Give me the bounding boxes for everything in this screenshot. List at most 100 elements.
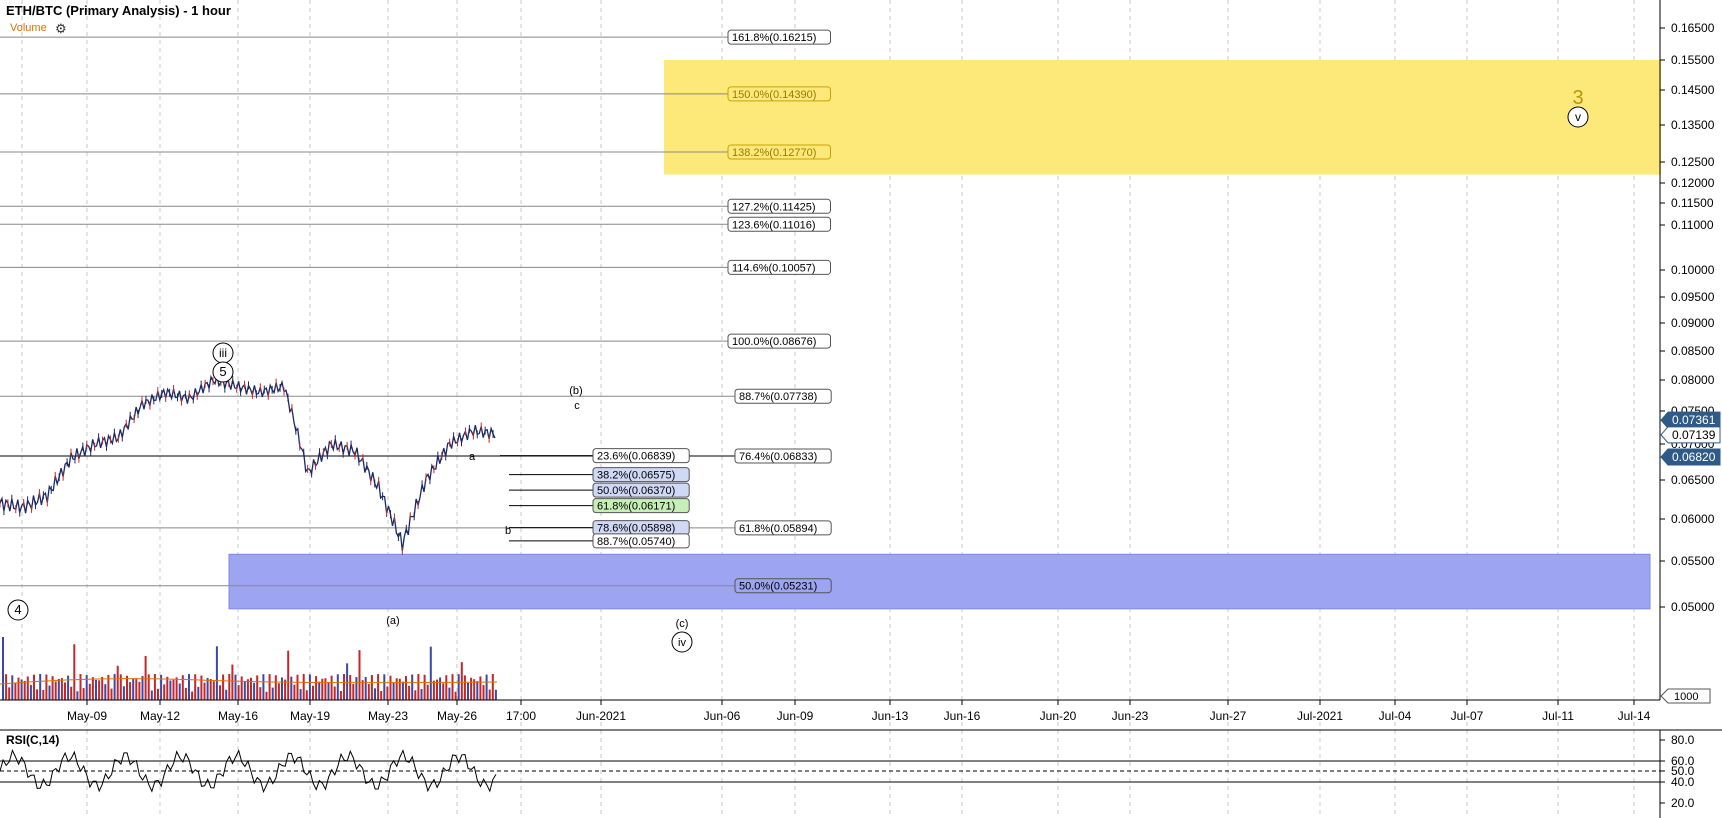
volume-bar — [370, 674, 373, 700]
retrace-label: 23.6%(0.06839) — [597, 451, 675, 463]
x-tick-label: Jun-2021 — [576, 709, 626, 723]
volume-bar — [60, 678, 63, 700]
rsi-tick-label: 20.0 — [1671, 796, 1695, 810]
wave-label: iii — [219, 346, 227, 360]
volume-bar — [203, 682, 206, 700]
volume-bar — [445, 675, 448, 700]
volume-bar — [293, 684, 296, 700]
wave-label: b — [505, 525, 511, 537]
volume-bar — [377, 674, 380, 700]
volume-label[interactable]: Volume — [10, 22, 47, 34]
volume-bar — [82, 688, 85, 700]
volume-bar — [166, 676, 169, 700]
volume-bar — [274, 675, 277, 700]
y-tick-label: 0.16500 — [1671, 21, 1715, 35]
gear-icon[interactable]: ⚙ — [55, 21, 67, 37]
x-tick-label: May-26 — [437, 709, 477, 723]
volume-bar — [411, 674, 414, 700]
volume-bar — [454, 691, 457, 700]
x-tick-label: Jun-13 — [872, 709, 909, 723]
x-tick-label: Jul-2021 — [1297, 709, 1343, 723]
volume-bar — [398, 678, 401, 700]
volume-bar — [299, 689, 302, 700]
rsi-title: RSI(C,14) — [6, 733, 60, 747]
volume-bar — [138, 681, 141, 700]
volume-bar — [104, 684, 107, 700]
fib-label: 127.2%(0.11425) — [732, 201, 816, 213]
volume-bar — [389, 675, 392, 700]
x-tick-label: Jul-04 — [1379, 709, 1412, 723]
retrace-label: 61.8%(0.06171) — [597, 501, 675, 513]
rsi-tick-label: 40.0 — [1671, 775, 1695, 789]
fib-label: 61.8%(0.05894) — [739, 523, 817, 535]
support-zone — [228, 553, 1651, 610]
volume-bar — [163, 684, 166, 700]
rsi-tick-label: 80.0 — [1671, 733, 1695, 747]
y-tick-label: 0.06500 — [1671, 473, 1715, 487]
volume-bar — [14, 683, 17, 700]
volume-bar — [414, 690, 417, 700]
volume-bar — [225, 689, 228, 700]
volume-bar — [23, 680, 26, 700]
y-tick-label: 0.08500 — [1671, 344, 1715, 358]
x-tick-label: Jun-09 — [777, 709, 814, 723]
y-tick-label: 0.13500 — [1671, 118, 1715, 132]
chart: 161.8%(0.16215) 150.0%(0.14390) 138.2%(0.1… — [0, 0, 1722, 818]
volume-bar — [39, 674, 42, 700]
x-tick-label: Jun-20 — [1040, 709, 1077, 723]
volume-bar — [479, 676, 482, 700]
fib-label: 123.6%(0.11016) — [732, 219, 816, 231]
volume-bar — [119, 674, 122, 700]
volume-bar — [122, 686, 125, 700]
volume-bar — [327, 682, 330, 700]
fib-label: 138.2%(0.12770) — [732, 147, 816, 159]
volume-bar — [101, 676, 104, 700]
volume-bar — [209, 679, 212, 700]
volume-bar — [5, 674, 8, 700]
price-tag-label: 0.07139 — [1672, 428, 1716, 442]
volume-bar — [2, 637, 4, 700]
volume-bar — [420, 689, 423, 700]
wave-label: 5 — [219, 364, 226, 379]
volume-bar — [296, 674, 299, 700]
volume-bar — [451, 674, 454, 700]
volume-bar — [228, 674, 231, 700]
x-tick-label: Jul-11 — [1542, 709, 1574, 723]
volume-bar — [265, 691, 268, 700]
x-tick-label: May-16 — [218, 709, 258, 723]
volume-bar — [259, 687, 262, 700]
retrace-label: 88.7%(0.05740) — [597, 536, 675, 548]
volume-bar — [439, 677, 442, 700]
volume-bar — [482, 685, 485, 700]
volume-bar — [45, 674, 48, 700]
volume-bar — [234, 674, 237, 700]
volume-bar — [355, 677, 358, 700]
rsi-panel: 80.060.050.040.020.0 — [0, 729, 1722, 818]
volume-bar — [380, 691, 383, 700]
y-tick-label: 0.11000 — [1671, 218, 1714, 232]
volume-bar — [408, 685, 411, 700]
y-tick-label: 0.11500 — [1671, 196, 1714, 210]
volume-bar — [144, 656, 147, 700]
x-tick-label: May-23 — [368, 709, 408, 723]
volume-bar — [333, 686, 336, 700]
volume-bar — [88, 683, 91, 700]
wave-label: iv — [678, 637, 686, 649]
volume-bar — [262, 674, 265, 700]
volume-bar — [470, 677, 473, 700]
volume-bar — [253, 682, 256, 700]
volume-bar — [383, 674, 386, 700]
volume-bar — [321, 678, 324, 700]
x-tick-label: Jun-27 — [1210, 709, 1247, 723]
fib-label: 161.8%(0.16215) — [732, 32, 816, 44]
fib-label: 114.6%(0.10057) — [732, 262, 816, 274]
zones — [228, 60, 1661, 610]
volume-bar — [42, 690, 45, 700]
volume-bar — [308, 674, 311, 700]
x-tick-label: 17:00 — [506, 709, 536, 723]
volume-bar — [460, 662, 463, 700]
volume-bar — [231, 664, 234, 700]
y-tick-label: 0.14500 — [1671, 83, 1715, 97]
wave-label: 3 — [1572, 87, 1583, 109]
volume-bar — [194, 674, 197, 700]
